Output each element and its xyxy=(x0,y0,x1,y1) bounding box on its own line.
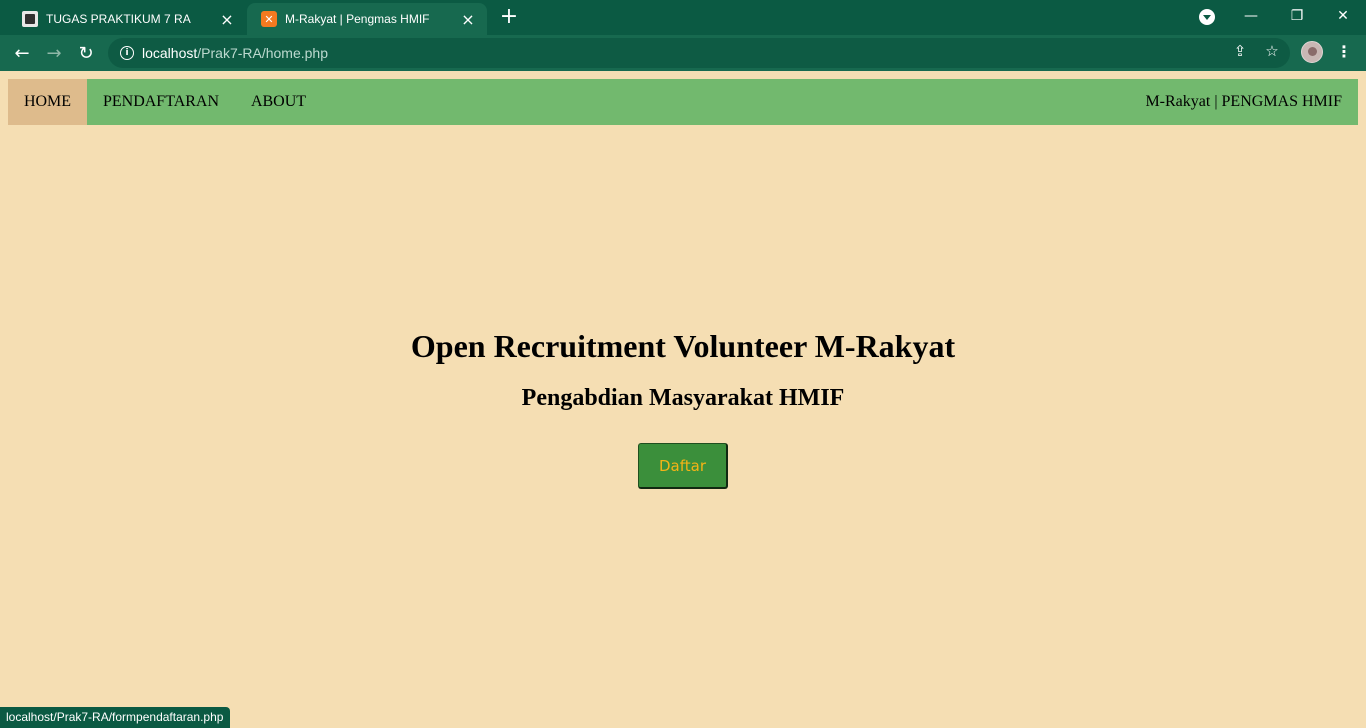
browser-tab-tugas[interactable]: TUGAS PRAKTIKUM 7 RA × xyxy=(8,3,246,35)
share-icon[interactable]: ⇪ xyxy=(1230,41,1250,61)
restore-button[interactable]: ❐ xyxy=(1274,0,1320,32)
browser-tab-mrakyat[interactable]: ✕ M-Rakyat | Pengmas HMIF × xyxy=(247,3,487,35)
document-favicon-icon xyxy=(22,11,38,27)
forward-arrow-icon[interactable]: → xyxy=(40,39,68,67)
daftar-button[interactable]: Daftar xyxy=(638,443,728,489)
address-bar[interactable]: i localhost/Prak7-RA/home.php xyxy=(108,38,1290,68)
hero-title: Open Recruitment Volunteer M-Rakyat xyxy=(410,328,956,364)
url-host: localhost xyxy=(142,45,198,61)
new-tab-button[interactable]: + xyxy=(497,6,521,30)
tab-search-icon[interactable] xyxy=(1199,9,1215,25)
browser-tab-strip: TUGAS PRAKTIKUM 7 RA × ✕ M-Rakyat | Peng… xyxy=(0,0,1366,35)
site-navbar: HOME PENDAFTARAN ABOUT M-Rakyat | PENGMA… xyxy=(8,79,1358,125)
url-path: /Prak7-RA/home.php xyxy=(197,45,328,61)
close-window-button[interactable]: ✕ xyxy=(1320,0,1366,32)
minimize-button[interactable]: — xyxy=(1228,0,1274,32)
back-arrow-icon[interactable]: ← xyxy=(8,39,36,67)
bookmark-star-icon[interactable]: ☆ xyxy=(1262,41,1282,61)
browser-menu-icon[interactable]: ⋮ xyxy=(1334,41,1354,63)
tab-close-icon[interactable]: × xyxy=(218,10,236,29)
tab-close-icon[interactable]: × xyxy=(459,10,477,29)
site-brand: M-Rakyat | PENGMAS HMIF xyxy=(1145,93,1342,110)
browser-toolbar: ← → ↻ i localhost/Prak7-RA/home.php ⇪ ☆ … xyxy=(0,35,1366,71)
nav-pendaftaran-link[interactable]: PENDAFTARAN xyxy=(87,79,235,125)
tab-title: M-Rakyat | Pengmas HMIF xyxy=(285,12,430,26)
reload-icon[interactable]: ↻ xyxy=(72,39,100,67)
link-status-bar: localhost/Prak7-RA/formpendaftaran.php xyxy=(0,707,231,728)
xampp-favicon-icon: ✕ xyxy=(261,11,277,27)
hero-subtitle: Pengabdian Masyarakat HMIF xyxy=(521,385,845,411)
site-info-icon[interactable]: i xyxy=(120,46,134,60)
nav-home-link[interactable]: HOME xyxy=(8,79,87,125)
nav-about-link[interactable]: ABOUT xyxy=(235,79,322,125)
profile-avatar[interactable] xyxy=(1301,41,1323,63)
tab-title: TUGAS PRAKTIKUM 7 RA xyxy=(46,12,191,26)
